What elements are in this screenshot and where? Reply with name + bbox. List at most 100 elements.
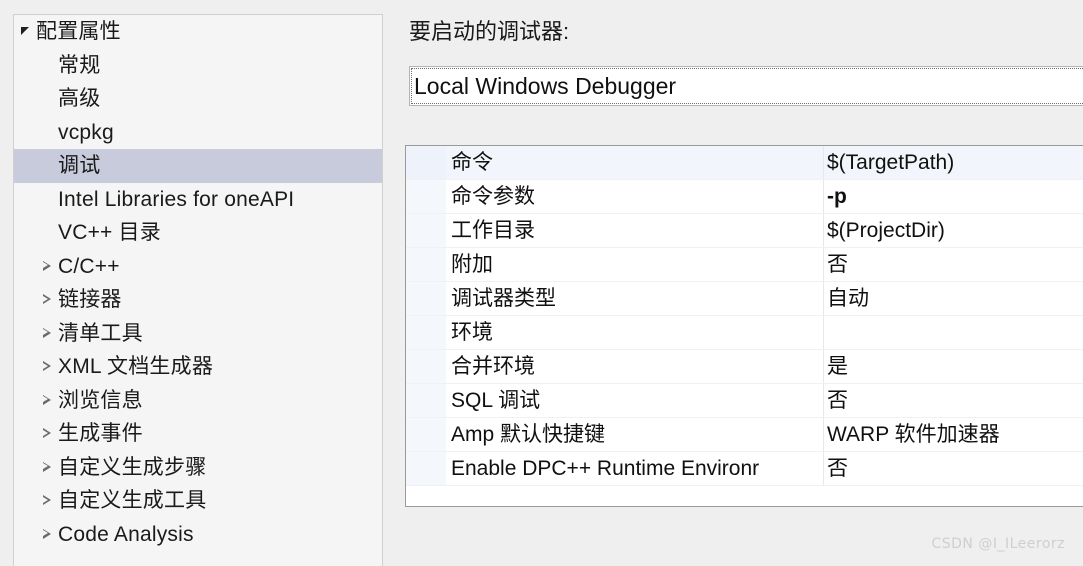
tree-item[interactable]: 自定义生成步骤: [14, 451, 382, 485]
property-value-text: $(TargetPath): [827, 151, 955, 174]
triangle-right-icon[interactable]: [36, 461, 58, 472]
tree-item[interactable]: 常规: [14, 49, 382, 83]
property-name-cell: Enable DPC++ Runtime Environr: [446, 452, 824, 485]
tree-item-label: XML 文档生成器: [58, 355, 214, 379]
property-name-text: 命令参数: [451, 185, 535, 208]
tree-item-label: 调试: [58, 154, 101, 178]
property-name-text: 命令: [451, 151, 493, 174]
tree-item-label: 浏览信息: [58, 388, 143, 412]
property-value-cell[interactable]: 否: [824, 452, 1083, 485]
triangle-right-icon[interactable]: [36, 528, 58, 539]
tree-item[interactable]: 浏览信息: [14, 384, 382, 418]
tree-item[interactable]: XML 文档生成器: [14, 350, 382, 384]
property-row[interactable]: 调试器类型 自动: [406, 282, 1083, 316]
property-value-text: 否: [827, 457, 848, 480]
property-value-cell[interactable]: [824, 316, 1083, 349]
property-value-cell[interactable]: $(ProjectDir): [824, 214, 1083, 247]
property-value-text: $(ProjectDir): [827, 219, 945, 242]
tree-item[interactable]: VC++ 目录: [14, 216, 382, 250]
tree-item-label: Intel Libraries for oneAPI: [58, 187, 295, 211]
tree-item-label: VC++ 目录: [58, 221, 161, 245]
property-name-cell: SQL 调试: [446, 384, 824, 417]
tree-item[interactable]: Intel Libraries for oneAPI: [14, 183, 382, 217]
property-name-text: 合并环境: [451, 355, 535, 378]
triangle-right-glyph: [43, 294, 51, 305]
property-value-cell[interactable]: 是: [824, 350, 1083, 383]
triangle-right-glyph: [43, 394, 51, 405]
tree-item[interactable]: vcpkg: [14, 116, 382, 150]
tree-item-label: Code Analysis: [58, 522, 194, 546]
triangle-right-icon[interactable]: [36, 428, 58, 439]
triangle-right-glyph: [43, 361, 51, 372]
tree-item[interactable]: 清单工具: [14, 317, 382, 351]
property-row[interactable]: 合并环境 是: [406, 350, 1083, 384]
property-row[interactable]: SQL 调试 否: [406, 384, 1083, 418]
property-row[interactable]: 命令 $(TargetPath): [406, 146, 1083, 180]
property-value-cell[interactable]: WARP 软件加速器: [824, 418, 1083, 451]
triangle-right-icon[interactable]: [36, 394, 58, 405]
tree-item[interactable]: 高级: [14, 82, 382, 116]
debugger-to-launch-value: Local Windows Debugger: [414, 72, 677, 99]
property-value-cell[interactable]: 否: [824, 384, 1083, 417]
tree-item-label: C/C++: [58, 254, 120, 278]
property-name-text: 调试器类型: [451, 287, 556, 310]
property-row-gutter: [406, 180, 446, 213]
triangle-right-glyph: [43, 528, 51, 539]
configuration-properties-tree[interactable]: 配置属性常规高级 vcpkg 调试 Intel Libraries for oneAP…: [13, 14, 383, 566]
property-value-text: 否: [827, 253, 848, 276]
property-row-gutter: [406, 452, 446, 485]
property-row-gutter: [406, 214, 446, 247]
property-name-cell: 命令: [446, 146, 824, 179]
property-name-text: Amp 默认快捷键: [451, 423, 606, 446]
tree-item[interactable]: 自定义生成工具: [14, 484, 382, 518]
triangle-down-icon[interactable]: [14, 26, 36, 36]
property-rows: 命令 $(TargetPath) 命令参数 -p 工作目录 $(ProjectDir) 附加…: [406, 146, 1083, 486]
tree-item[interactable]: 调试: [14, 149, 382, 183]
property-row-gutter: [406, 316, 446, 349]
property-row-gutter: [406, 350, 446, 383]
tree-item[interactable]: 生成事件: [14, 417, 382, 451]
triangle-right-icon[interactable]: [36, 260, 58, 271]
triangle-right-icon[interactable]: [36, 361, 58, 372]
property-value-cell[interactable]: $(TargetPath): [824, 146, 1083, 179]
triangle-right-glyph: [43, 260, 51, 271]
property-row[interactable]: 附加 否: [406, 248, 1083, 282]
tree-item-label: 生成事件: [58, 422, 143, 446]
property-name-cell: Amp 默认快捷键: [446, 418, 824, 451]
tree-item-label: 链接器: [58, 288, 122, 312]
triangle-right-icon[interactable]: [36, 294, 58, 305]
property-name-cell: 附加: [446, 248, 824, 281]
property-row-gutter: [406, 248, 446, 281]
property-row-gutter: [406, 282, 446, 315]
triangle-right-glyph: [43, 495, 51, 506]
property-name-text: SQL 调试: [451, 389, 541, 412]
property-name-cell: 环境: [446, 316, 824, 349]
property-value-cell[interactable]: 否: [824, 248, 1083, 281]
triangle-right-icon[interactable]: [36, 495, 58, 506]
tree-item[interactable]: C/C++: [14, 250, 382, 284]
property-row[interactable]: Amp 默认快捷键 WARP 软件加速器: [406, 418, 1083, 452]
tree-item[interactable]: 配置属性: [14, 15, 382, 49]
debugger-to-launch-select[interactable]: Local Windows Debugger: [409, 66, 1083, 106]
tree-item-label: 自定义生成工具: [58, 489, 207, 513]
tree-item[interactable]: 链接器: [14, 283, 382, 317]
property-row[interactable]: 工作目录 $(ProjectDir): [406, 214, 1083, 248]
property-value-text: WARP 软件加速器: [827, 423, 1000, 446]
debug-property-grid[interactable]: 命令 $(TargetPath) 命令参数 -p 工作目录 $(ProjectDir) 附加…: [405, 145, 1083, 507]
triangle-right-icon[interactable]: [36, 327, 58, 338]
tree-item-label: 常规: [58, 53, 101, 77]
property-value-text: -p: [827, 185, 847, 208]
property-value-cell[interactable]: -p: [824, 180, 1083, 213]
property-name-text: 工作目录: [451, 219, 535, 242]
tree-item-label: 高级: [58, 87, 101, 111]
property-value-text: 自动: [827, 287, 869, 310]
triangle-right-glyph: [43, 327, 51, 338]
csdn-watermark: CSDN @I_ILeerorz: [931, 536, 1065, 552]
property-row[interactable]: 环境: [406, 316, 1083, 350]
property-value-cell[interactable]: 自动: [824, 282, 1083, 315]
property-row[interactable]: Enable DPC++ Runtime Environr 否: [406, 452, 1083, 486]
property-row[interactable]: 命令参数 -p: [406, 180, 1083, 214]
property-value-text: 是: [827, 355, 848, 378]
tree-item-label: vcpkg: [58, 120, 114, 144]
tree-item[interactable]: Code Analysis: [14, 518, 382, 552]
